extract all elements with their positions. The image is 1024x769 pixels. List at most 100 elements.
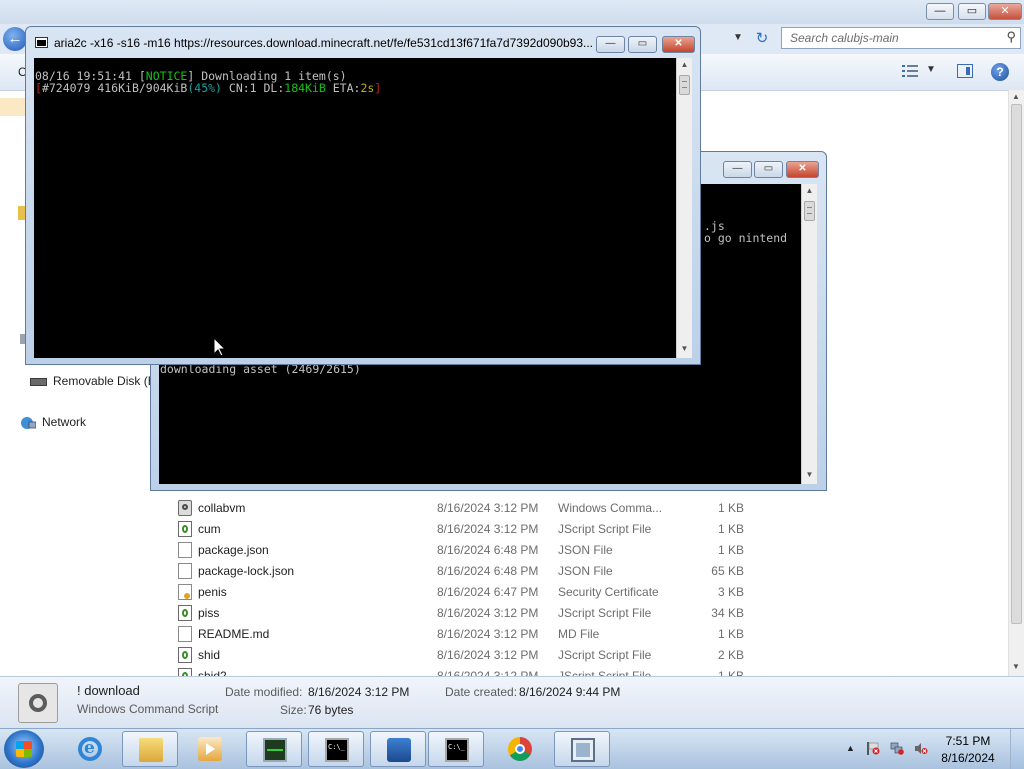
file-size: 34 KB	[711, 606, 744, 620]
taskbar-command-prompt-1[interactable]	[308, 731, 364, 767]
file-shredder-icon	[387, 738, 411, 762]
scroll-down-arrow-icon[interactable]: ▼	[677, 344, 692, 353]
jscript-file-icon	[178, 647, 192, 663]
nav-removable-disk[interactable]: Removable Disk (E	[30, 374, 156, 388]
media-player-icon	[198, 737, 222, 761]
document-icon	[178, 563, 192, 579]
change-view-icon[interactable]	[902, 64, 918, 78]
date-modified-label: Date modified:	[225, 685, 303, 699]
preview-pane-icon[interactable]	[957, 64, 973, 78]
file-row[interactable]: package-lock.json 8/16/2024 6:48 PM JSON F…	[160, 560, 760, 581]
clock-time[interactable]: 7:51 PM	[938, 734, 998, 748]
file-size: 1 KB	[717, 522, 744, 536]
progress-counter: #724079 416KiB/904KiB	[41, 81, 188, 95]
start-button[interactable]	[4, 730, 44, 768]
taskbar-command-prompt-2[interactable]	[428, 731, 484, 767]
address-dropdown-icon[interactable]: ▼	[733, 32, 743, 43]
aria2c-console-window[interactable]: aria2c -x16 -s16 -m16 https://resources.…	[25, 26, 701, 365]
aria2c-scrollbar[interactable]: ▲ ▼	[676, 58, 692, 358]
console-back-maximize-button[interactable]: ▭	[754, 161, 783, 178]
aria2c-close-button[interactable]: ✕	[662, 36, 695, 53]
file-size: 1 KB	[717, 543, 744, 557]
explorer-maximize-button[interactable]: ▭	[958, 3, 986, 20]
back-arrow-icon[interactable]: ←	[3, 27, 27, 51]
command-script-large-icon	[18, 683, 58, 723]
file-date-modified: 8/16/2024 6:47 PM	[437, 585, 539, 599]
scroll-down-arrow-icon[interactable]: ▼	[1012, 662, 1020, 671]
refresh-icon[interactable]: ↻	[752, 29, 772, 49]
file-row[interactable]: shid2 8/16/2024 3:12 PM JScript Script Fil…	[160, 665, 760, 676]
search-placeholder: Search calubjs-main	[790, 31, 899, 45]
file-date-modified: 8/16/2024 3:12 PM	[437, 501, 539, 515]
search-icon[interactable]: ⚲	[1006, 29, 1016, 45]
jscript-file-icon	[178, 668, 192, 676]
nav-network[interactable]: Network	[20, 415, 86, 430]
file-name: package-lock.json	[198, 564, 295, 578]
command-prompt-icon	[445, 738, 469, 762]
view-dropdown-icon[interactable]: ▼	[926, 64, 936, 75]
action-center-flag-icon[interactable]	[866, 742, 880, 755]
file-size: 65 KB	[711, 564, 744, 578]
details-pane: ! download Windows Command Script Date m…	[0, 676, 1024, 729]
folder-icon	[139, 738, 163, 762]
jscript-file-icon	[178, 605, 192, 621]
size-value: 76 bytes	[308, 703, 354, 717]
explorer-minimize-button[interactable]: —	[926, 3, 954, 20]
scroll-up-arrow-icon[interactable]: ▲	[677, 60, 692, 69]
progress-bracket-close: ]	[374, 81, 382, 95]
size-label: Size:	[280, 703, 307, 717]
file-row[interactable]: penis 8/16/2024 6:47 PM Security Certifica…	[160, 581, 760, 602]
help-icon[interactable]: ?	[991, 63, 1009, 81]
file-date-modified: 8/16/2024 6:48 PM	[437, 543, 539, 557]
console-back-line-nintendo: o go nintend	[704, 231, 788, 245]
file-date-modified: 8/16/2024 3:12 PM	[437, 669, 539, 676]
console-window-icon	[35, 37, 48, 48]
date-created-label: Date created:	[445, 685, 518, 699]
file-row[interactable]: shid 8/16/2024 3:12 PM JScript Script File…	[160, 644, 760, 665]
taskbar-file-explorer[interactable]	[122, 731, 178, 767]
taskbar-internet-explorer[interactable]	[62, 731, 118, 767]
explorer-titlebar: — ▭ ✕	[0, 0, 1024, 24]
console-back-minimize-button[interactable]: —	[723, 161, 752, 178]
taskbar-media-player[interactable]	[182, 731, 238, 767]
file-type: JScript Script File	[558, 648, 652, 662]
file-name: README.md	[198, 627, 270, 641]
scrollbar-thumb[interactable]	[679, 75, 690, 95]
taskbar-file-shredder[interactable]	[370, 731, 426, 767]
scroll-down-arrow-icon[interactable]: ▼	[802, 470, 817, 479]
file-row[interactable]: collabvm 8/16/2024 3:12 PM Windows Comma..…	[160, 497, 760, 518]
console-back-close-button[interactable]: ✕	[786, 161, 819, 178]
file-row[interactable]: package.json 8/16/2024 6:48 PM JSON File 1 …	[160, 539, 760, 560]
taskbar-application-window[interactable]	[554, 731, 610, 767]
file-date-modified: 8/16/2024 3:12 PM	[437, 522, 539, 536]
explorer-scrollbar[interactable]: ▲ ▼	[1008, 90, 1024, 676]
console-back-scrollbar[interactable]: ▲ ▼	[801, 184, 817, 484]
scroll-up-arrow-icon[interactable]: ▲	[802, 186, 817, 195]
clock-date[interactable]: 8/16/2024	[938, 751, 998, 765]
file-row[interactable]: cum 8/16/2024 3:12 PM JScript Script File 1…	[160, 518, 760, 539]
volume-muted-icon[interactable]	[914, 742, 928, 755]
details-file-name: ! download	[77, 683, 140, 698]
removable-disk-icon	[30, 377, 47, 386]
file-date-modified: 8/16/2024 6:48 PM	[437, 564, 539, 578]
taskbar-chrome[interactable]	[492, 731, 548, 767]
scrollbar-thumb[interactable]	[804, 201, 815, 221]
nav-removable-disk-label: Removable Disk (E	[53, 374, 156, 388]
show-desktop-button[interactable]	[1010, 729, 1024, 769]
scrollbar-thumb[interactable]	[1011, 104, 1022, 624]
file-size: 1 KB	[717, 669, 744, 676]
network-status-icon[interactable]	[890, 742, 904, 755]
scroll-up-arrow-icon[interactable]: ▲	[1012, 92, 1020, 101]
taskbar-task-manager[interactable]	[246, 731, 302, 767]
application-window-icon	[571, 738, 595, 762]
show-hidden-icons-arrow-icon[interactable]: ▲	[846, 743, 855, 753]
aria2c-minimize-button[interactable]: —	[596, 36, 625, 53]
aria2c-console-output[interactable]: 08/16 19:51:41 [NOTICE] Downloading 1 it…	[34, 58, 676, 358]
file-row[interactable]: README.md 8/16/2024 3:12 PM MD File 1 KB	[160, 623, 760, 644]
explorer-close-button[interactable]: ✕	[988, 3, 1022, 20]
aria2c-maximize-button[interactable]: ▭	[628, 36, 657, 53]
command-prompt-icon	[325, 738, 349, 762]
search-input[interactable]: Search calubjs-main ⚲	[781, 27, 1021, 49]
file-row[interactable]: piss 8/16/2024 3:12 PM JScript Script File…	[160, 602, 760, 623]
file-size: 2 KB	[717, 648, 744, 662]
